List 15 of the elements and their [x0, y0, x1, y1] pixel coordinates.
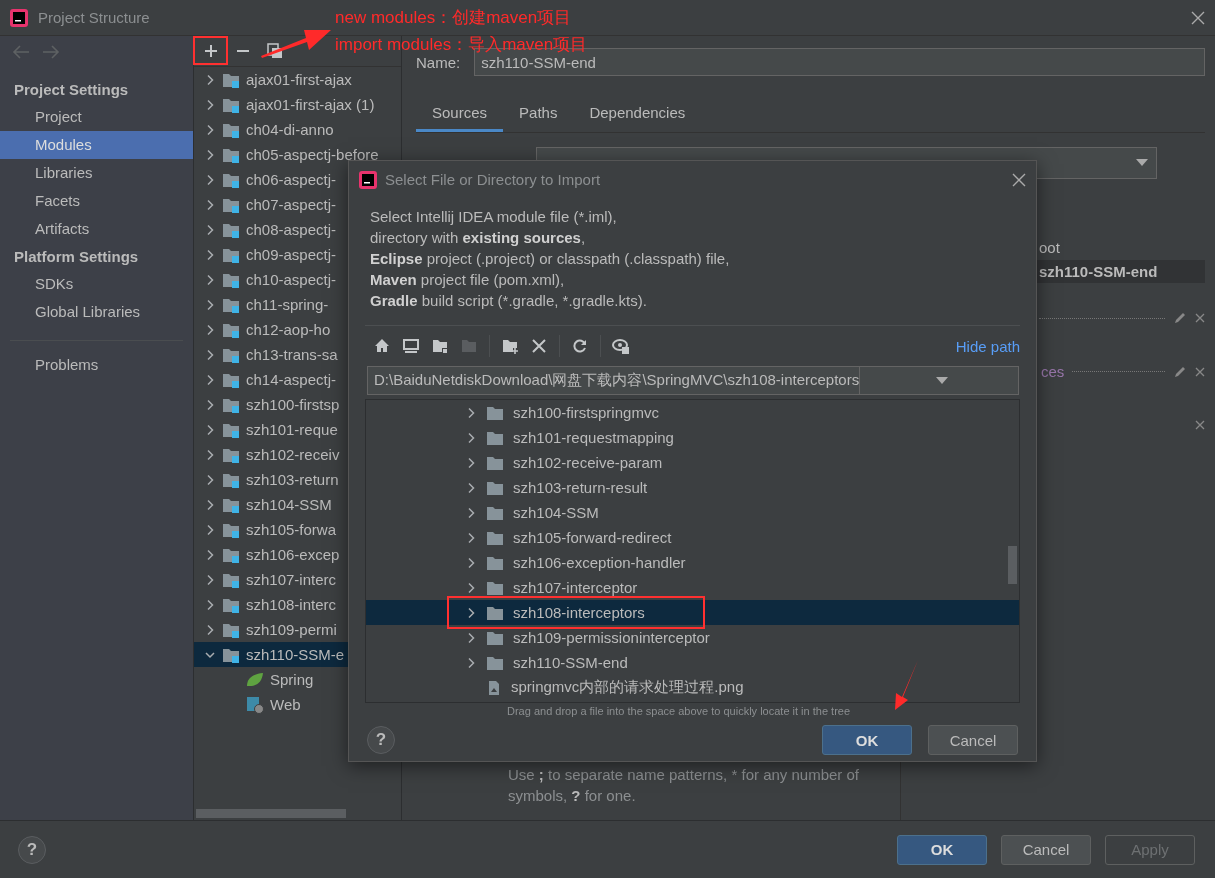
description-line: Maven project file (pom.xml), — [370, 270, 566, 290]
drop-hint: Drag and drop a file into the space above to quickly locate it in the tree — [506, 705, 852, 717]
section-heading: Platform Settings — [13, 247, 140, 267]
dialog-title: Select File or Directory to Import — [385, 171, 601, 188]
window-title: Project Structure — [38, 9, 150, 26]
name-label: Name: — [416, 53, 461, 71]
description-line: Gradle build script (*.gradle, *.gradle.kts). — [370, 291, 648, 311]
description-line: directory with existing sources, — [370, 228, 587, 248]
hint-text: Use ; to separate name patterns, * for any number of symbols, ? for one. — [508, 765, 861, 806]
description-line: Select Intellij IDEA module file (*.iml), — [370, 207, 618, 227]
annotation-text: new modules：创建maven项目 — [335, 7, 572, 29]
root-label: oot — [1038, 239, 1061, 256]
folder-label: ces — [1040, 363, 1065, 380]
description-line: Eclipse project (.project) or classpath (.classpath) file, — [370, 249, 731, 269]
section-heading: Project Settings — [13, 80, 130, 100]
